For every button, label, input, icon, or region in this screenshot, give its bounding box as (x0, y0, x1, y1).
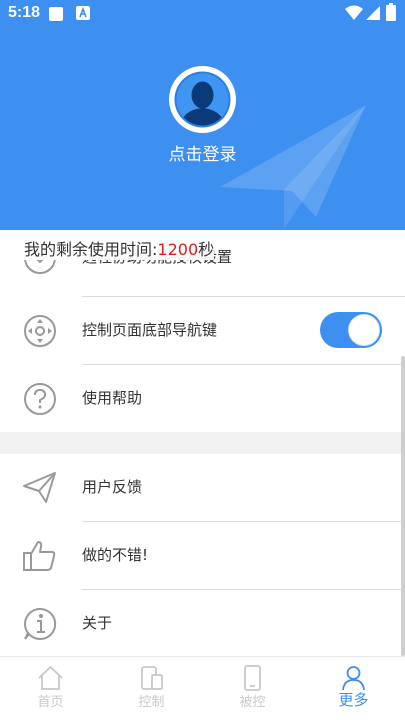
nav-control[interactable]: 控制 (101, 657, 202, 720)
nav-label: 首页 (37, 695, 64, 710)
help-icon (24, 383, 56, 415)
phone-icon (244, 665, 261, 691)
menu-label: 做的不错! (82, 546, 149, 564)
menu-item-nav-keys[interactable]: 控制页面底部导航键 (0, 297, 405, 364)
remaining-time-label: 我的剩余使用时间: (24, 240, 158, 259)
settings-list: 远程协助功能授权设置 控制页面底部导航键 使用帮助 用户反馈 (0, 230, 405, 656)
bottom-navigation: 首页 控制 被控 更多 (0, 656, 405, 720)
info-icon (24, 607, 57, 640)
menu-label: 用户反馈 (82, 478, 143, 496)
status-time: 5:18 (8, 4, 41, 21)
status-bar: 5:18 (0, 0, 405, 28)
battery-icon (386, 3, 396, 21)
menu-item-feedback[interactable]: 用户反馈 (0, 454, 405, 521)
menu-item-about[interactable]: 关于 (0, 590, 405, 656)
remaining-time-value: 1200 (157, 240, 199, 259)
remaining-time-unit: 秒 (198, 240, 215, 259)
app-notification-icon (76, 6, 90, 20)
login-link[interactable]: 点击登录 (0, 140, 405, 165)
user-icon (342, 666, 365, 691)
scrollbar[interactable] (401, 356, 405, 656)
paper-plane-decoration (220, 105, 366, 229)
home-icon (38, 665, 63, 690)
menu-item-help[interactable]: 使用帮助 (0, 365, 405, 432)
user-silhouette-icon (174, 71, 231, 128)
notification-icon (49, 7, 63, 21)
wifi-icon (345, 5, 363, 20)
devices-icon (141, 666, 163, 690)
nav-controlled[interactable]: 被控 (202, 657, 303, 720)
profile-header: 5:18 点击登录 (0, 0, 405, 230)
paper-plane-icon (23, 472, 56, 503)
remaining-time: 我的剩余使用时间:1200秒 (24, 236, 215, 260)
signal-icon (366, 6, 380, 20)
menu-label: 使用帮助 (82, 389, 143, 407)
menu-label: 控制页面底部导航键 (82, 321, 218, 339)
nav-home[interactable]: 首页 (0, 657, 101, 720)
nav-keys-toggle[interactable] (320, 312, 382, 348)
nav-label: 控制 (138, 695, 165, 710)
toggle-knob (348, 314, 380, 346)
section-gap (0, 432, 405, 454)
thumbs-up-icon (23, 541, 56, 571)
nav-more[interactable]: 更多 (303, 657, 404, 720)
nav-label: 被控 (239, 695, 266, 710)
nav-label: 更多 (338, 691, 369, 709)
menu-item-good-job[interactable]: 做的不错! (0, 522, 405, 589)
avatar[interactable] (169, 66, 236, 133)
navigation-icon (24, 315, 56, 347)
menu-label: 关于 (82, 614, 113, 632)
